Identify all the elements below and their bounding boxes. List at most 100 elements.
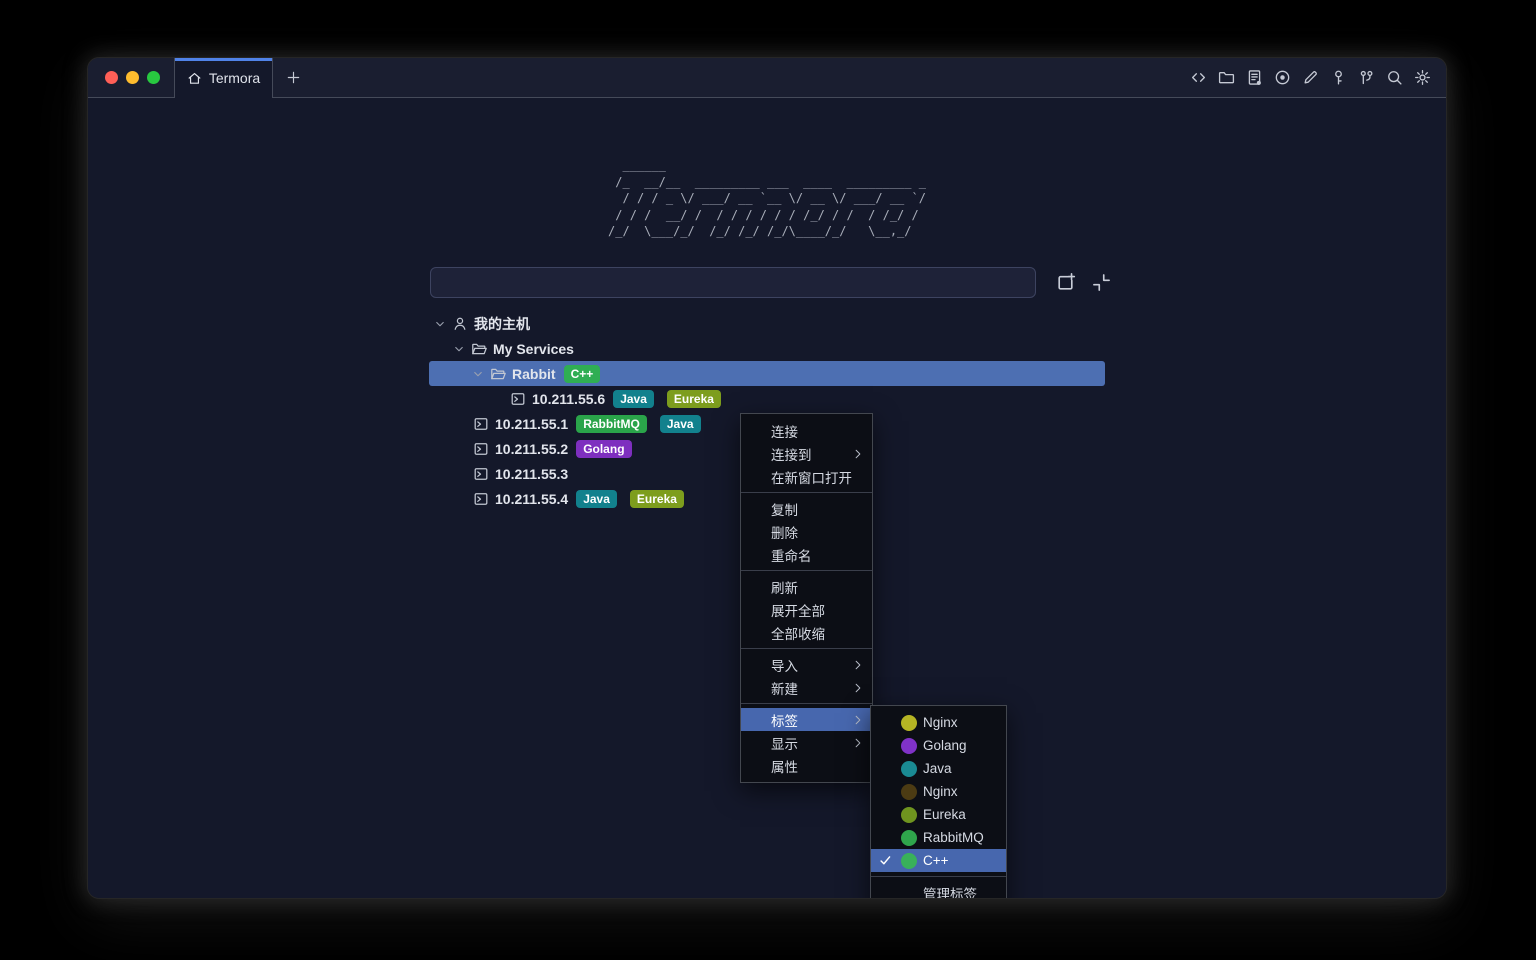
new-tab-button[interactable] xyxy=(273,58,313,97)
tag-color-dot xyxy=(901,738,917,754)
tag-label: RabbitMQ xyxy=(923,830,984,845)
tag-color-dot xyxy=(901,807,917,823)
tag-badge: C++ xyxy=(564,365,601,383)
context-menu-item[interactable]: 删除 xyxy=(741,520,872,543)
tree-item-label: Rabbit xyxy=(512,366,556,382)
tag-label: Golang xyxy=(923,738,967,753)
minimize-window-button[interactable] xyxy=(126,71,139,84)
tab-label: Termora xyxy=(209,70,260,86)
tag-submenu-item[interactable]: RabbitMQ xyxy=(871,826,1006,849)
menu-item-label: 删除 xyxy=(771,522,798,542)
tag-color-dot xyxy=(901,853,917,869)
tag-submenu-item[interactable]: Java xyxy=(871,757,1006,780)
menu-item-label: 展开全部 xyxy=(771,600,825,620)
context-menu-item[interactable]: 刷新 xyxy=(741,575,872,598)
context-menu-item[interactable]: 新建 xyxy=(741,676,872,699)
menu-item-label: 连接到 xyxy=(771,444,812,464)
tag-color-dot xyxy=(901,715,917,731)
chevron-down-icon[interactable] xyxy=(471,367,485,381)
tree-item-label: 10.211.55.1 xyxy=(495,416,568,432)
tree-item-label: 10.211.55.6 xyxy=(532,391,605,407)
collapse-all-button[interactable] xyxy=(1091,272,1112,293)
gear-icon[interactable] xyxy=(1414,69,1431,86)
record-icon[interactable] xyxy=(1274,69,1291,86)
menu-item-label: 标签 xyxy=(771,710,798,730)
context-menu-item[interactable]: 复制 xyxy=(741,497,872,520)
tree-row[interactable]: Rabbit C++ xyxy=(429,361,1105,386)
folder-open-icon xyxy=(471,341,487,357)
tag-badge: Java xyxy=(660,415,701,433)
context-menu-item[interactable]: 全部收缩 xyxy=(741,621,872,644)
menu-item-label: 属性 xyxy=(771,756,798,776)
terminal-icon xyxy=(473,491,489,507)
context-menu-item[interactable]: 属性 xyxy=(741,754,872,777)
chevron-down-icon[interactable] xyxy=(433,317,447,331)
tab-termora[interactable]: Termora xyxy=(175,58,273,98)
search-input[interactable] xyxy=(430,267,1036,298)
context-menu-item[interactable]: 导入 xyxy=(741,653,872,676)
submenu-arrow-icon xyxy=(852,714,864,726)
tree-item-label: 我的主机 xyxy=(474,314,530,334)
context-menu-item[interactable]: 连接 xyxy=(741,419,872,442)
menu-separator xyxy=(741,570,872,571)
pencil-icon[interactable] xyxy=(1302,69,1319,86)
menu-separator xyxy=(741,492,872,493)
tag-badge: Eureka xyxy=(667,390,721,408)
terminal-icon xyxy=(473,441,489,457)
key-icon[interactable] xyxy=(1330,69,1347,86)
tree-row[interactable]: My Services xyxy=(429,336,1105,361)
tag-submenu: NginxGolangJavaNginxEurekaRabbitMQC++管理标… xyxy=(870,705,1007,898)
terminal-icon xyxy=(510,391,526,407)
folder-open-icon xyxy=(490,366,506,382)
tag-submenu-item[interactable]: Nginx xyxy=(871,711,1006,734)
context-menu-item[interactable]: 展开全部 xyxy=(741,598,872,621)
termora-ascii-logo: ______ /_ __/__ _________ ___ ____ _____… xyxy=(608,157,926,240)
menu-item-label: 刷新 xyxy=(771,577,798,597)
tree-item-label: 10.211.55.4 xyxy=(495,491,568,507)
home-icon xyxy=(187,71,202,86)
tree-item-label: 10.211.55.3 xyxy=(495,466,568,482)
tag-submenu-item[interactable]: Golang xyxy=(871,734,1006,757)
tag-color-dot xyxy=(901,784,917,800)
manage-tags-item[interactable]: 管理标签 xyxy=(871,881,1006,898)
tree-row[interactable]: 我的主机 xyxy=(429,311,1105,336)
log-icon[interactable] xyxy=(1246,69,1263,86)
menu-item-label: 全部收缩 xyxy=(771,623,825,643)
search-icon[interactable] xyxy=(1386,69,1403,86)
context-menu-item[interactable]: 重命名 xyxy=(741,543,872,566)
code-icon[interactable] xyxy=(1190,69,1207,86)
tag-submenu-item[interactable]: Eureka xyxy=(871,803,1006,826)
close-window-button[interactable] xyxy=(105,71,118,84)
add-host-button[interactable] xyxy=(1055,272,1076,293)
traffic-lights xyxy=(88,58,175,97)
tag-badge: Golang xyxy=(576,440,631,458)
context-menu-item[interactable]: 在新窗口打开 xyxy=(741,465,872,488)
titlebar: Termora xyxy=(88,58,1446,98)
tag-submenu-item[interactable]: Nginx xyxy=(871,780,1006,803)
tag-badge: RabbitMQ xyxy=(576,415,647,433)
tag-label: Java xyxy=(923,761,952,776)
tag-color-dot xyxy=(901,761,917,777)
check-icon xyxy=(879,854,895,867)
menu-item-label: 在新窗口打开 xyxy=(771,467,852,487)
terminal-icon xyxy=(473,466,489,482)
tag-submenu-item[interactable]: C++ xyxy=(871,849,1006,872)
tag-badge: Eureka xyxy=(630,490,684,508)
tree-row[interactable]: 10.211.55.6 Java Eureka xyxy=(429,386,1105,411)
menu-separator xyxy=(741,703,872,704)
toolbar xyxy=(1190,58,1446,97)
menu-item-label: 重命名 xyxy=(771,545,812,565)
context-menu-item[interactable]: 连接到 xyxy=(741,442,872,465)
zoom-window-button[interactable] xyxy=(147,71,160,84)
folder-icon[interactable] xyxy=(1218,69,1235,86)
context-menu-item[interactable]: 标签 xyxy=(741,708,872,731)
keychain-icon[interactable] xyxy=(1358,69,1375,86)
chevron-down-icon[interactable] xyxy=(452,342,466,356)
menu-separator xyxy=(871,876,1006,877)
context-menu-item[interactable]: 显示 xyxy=(741,731,872,754)
tag-label: Nginx xyxy=(923,715,958,730)
submenu-arrow-icon xyxy=(852,737,864,749)
tag-label: C++ xyxy=(923,853,949,868)
submenu-arrow-icon xyxy=(852,448,864,460)
tag-badge: Java xyxy=(613,390,654,408)
